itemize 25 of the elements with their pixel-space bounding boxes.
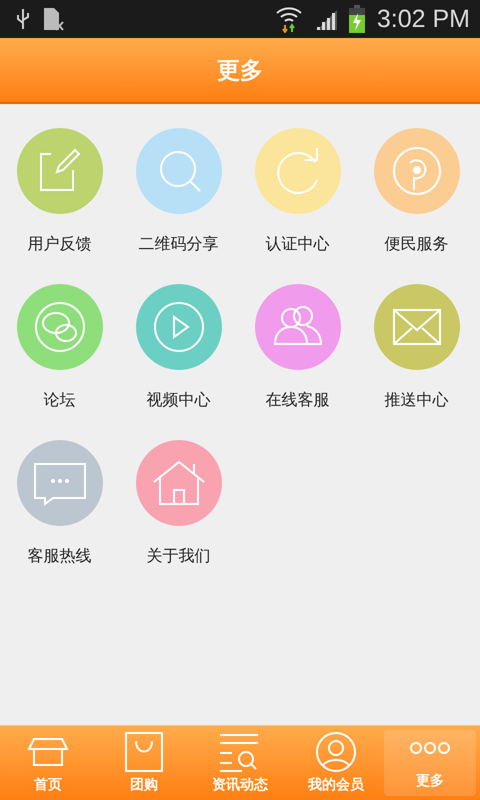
menu-item-label: 推送中心 — [384, 390, 448, 411]
menu-item-label: 客服热线 — [28, 546, 92, 567]
tab[interactable]: 我的会员 — [288, 726, 384, 800]
tab[interactable]: 团购 — [96, 726, 192, 800]
sim-card-icon — [42, 6, 64, 32]
usb-icon — [16, 7, 30, 31]
menu-item-label: 视频中心 — [146, 390, 210, 411]
signal-icon — [314, 8, 337, 30]
menu-item-label: 关于我们 — [146, 546, 210, 567]
battery-icon — [348, 5, 365, 33]
more-icon — [410, 742, 450, 754]
menu-item-label: 在线客服 — [266, 390, 330, 411]
tab[interactable]: 资讯动态 — [192, 726, 288, 800]
tab[interactable]: 更多 — [384, 730, 476, 796]
user-icon — [314, 731, 358, 773]
bag-icon — [122, 731, 166, 773]
status-time: 3:02 PM — [376, 4, 470, 34]
menu-item-label: 便民服务 — [384, 234, 448, 255]
tab[interactable]: 首页 — [0, 726, 96, 800]
menu-item-label: 认证中心 — [266, 234, 330, 255]
menu-item-label: 论坛 — [44, 390, 76, 411]
wifi-icon — [274, 5, 303, 33]
page-title: 更多 — [217, 56, 263, 86]
menu-item-label: 用户反馈 — [28, 234, 92, 255]
menu-item-label: 二维码分享 — [138, 234, 218, 255]
